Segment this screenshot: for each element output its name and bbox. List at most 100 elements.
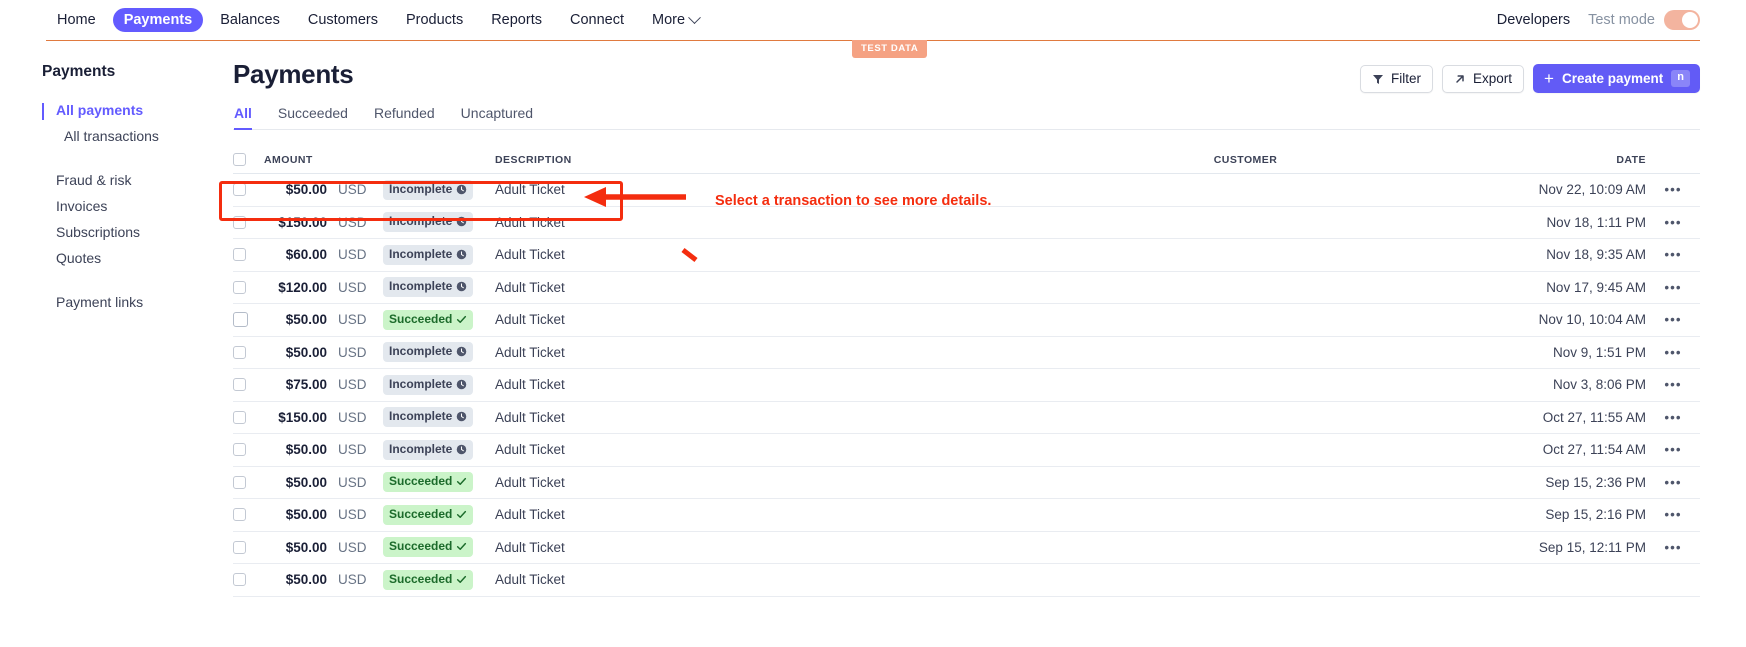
test-mode-toggle[interactable] [1664,10,1700,30]
create-payment-button[interactable]: + Create payment n [1533,64,1700,93]
status-badge-label: Succeeded [389,311,453,326]
cell-currency: USD [338,214,367,230]
sidebar-item-invoices[interactable]: Invoices [42,193,225,219]
cell-date: Oct 27, 11:54 AM [1542,442,1646,458]
nav-item-customers[interactable]: Customers [297,8,389,33]
sidebar-item-subscriptions[interactable]: Subscriptions [42,219,225,245]
cell-status: Incomplete [383,179,495,200]
column-header-amount[interactable]: AMOUNT [263,154,327,166]
table-row[interactable]: $50.00 USD Succeeded Adult Ticket Sep 15, 2:… [233,499,1700,532]
cell-currency: USD [338,442,367,458]
row-checkbox[interactable] [233,248,246,262]
column-header-description[interactable]: DESCRIPTION [495,154,975,166]
cell-amount: $120.00 [278,279,327,295]
nav-item-balances[interactable]: Balances [209,8,291,33]
table-row[interactable]: $50.00 USD Incomplete Adult Ticket Nov 22, 1… [233,174,1700,207]
row-checkbox[interactable] [233,215,246,229]
row-overflow-menu-button[interactable]: ••• [1646,182,1700,197]
tab-all[interactable]: All [234,105,252,130]
row-checkbox[interactable] [233,378,246,392]
row-checkbox[interactable] [233,573,246,587]
row-checkbox[interactable] [233,345,246,359]
table-row[interactable]: $60.00 USD Incomplete Adult Ticket Nov 18, 9… [233,239,1700,272]
row-select-cell [233,378,263,392]
cell-date: Nov 22, 10:09 AM [1538,182,1646,198]
column-header-date[interactable]: DATE [1516,154,1646,166]
export-button[interactable]: Export [1442,64,1525,93]
table-row[interactable]: $50.00 USD Succeeded Adult Ticket Sep 15, 12… [233,532,1700,564]
nav-item-reports[interactable]: Reports [480,8,553,33]
sidebar-item-all-payments[interactable]: All payments [42,97,225,123]
cell-date: Sep 15, 2:16 PM [1545,507,1646,523]
table-row[interactable]: $50.00 USD Incomplete Adult Ticket Nov 9, 1:… [233,337,1700,369]
status-badge: Incomplete [383,179,474,200]
row-overflow-menu-button[interactable]: ••• [1646,312,1700,327]
nav-item-label: Connect [569,11,624,28]
cell-currency: USD [338,409,367,425]
column-header-customer[interactable]: CUSTOMER [975,154,1516,166]
status-badge: Succeeded [383,309,474,330]
row-overflow-menu-button[interactable]: ••• [1646,215,1700,230]
table-row[interactable]: $75.00 USD Incomplete Adult Ticket Nov 3, 8:… [233,369,1700,402]
nav-item-label: Balances [220,11,280,28]
row-checkbox[interactable] [233,540,246,554]
cell-amount: $75.00 [285,377,327,393]
payments-table: AMOUNT DESCRIPTION CUSTOMER DATE $50.00 U… [233,146,1700,597]
sidebar-item-payment-links[interactable]: Payment links [42,289,225,315]
table-row[interactable]: $50.00 USD Succeeded Adult Ticket Nov 10, 10… [233,304,1700,337]
table-row[interactable]: $120.00 USD Incomplete Adult Ticket Nov 17, … [233,272,1700,304]
table-row[interactable]: $150.00 USD Incomplete Adult Ticket Oct 27, … [233,402,1700,434]
row-checkbox[interactable] [233,508,246,522]
sidebar-item-quotes[interactable]: Quotes [42,245,225,271]
table-header-row: AMOUNT DESCRIPTION CUSTOMER DATE [233,146,1700,174]
cell-currency: USD [338,182,367,198]
row-overflow-menu-button[interactable]: ••• [1646,410,1700,425]
tab-succeeded[interactable]: Succeeded [278,105,348,129]
nav-item-products[interactable]: Products [395,8,474,33]
row-checkbox[interactable] [233,312,248,328]
test-mode-control[interactable]: Test mode [1588,10,1700,30]
row-overflow-menu-button[interactable]: ••• [1646,247,1700,262]
table-row[interactable]: $50.00 USD Succeeded Adult Ticket Sep 15, 2:… [233,467,1700,499]
status-badge-label: Succeeded [389,539,453,554]
nav-item-payments[interactable]: Payments [112,7,204,33]
developers-link[interactable]: Developers [1497,12,1570,28]
table-row[interactable]: $50.00 USD Succeeded Adult Ticket [233,564,1700,597]
row-checkbox[interactable] [233,443,246,457]
row-overflow-menu-button[interactable]: ••• [1646,377,1700,392]
sidebar-item-fraud-risk[interactable]: Fraud & risk [42,167,225,193]
filter-button-label: Filter [1391,71,1421,86]
row-overflow-menu-button[interactable]: ••• [1646,475,1700,490]
cell-currency: USD [338,377,367,393]
cell-amount: $50.00 [285,312,327,328]
row-overflow-menu-button[interactable]: ••• [1646,442,1700,457]
nav-item-label: More [652,11,686,28]
cell-currency: USD [338,539,367,555]
tab-refunded[interactable]: Refunded [374,105,435,129]
row-overflow-menu-button[interactable]: ••• [1646,540,1700,555]
filter-button[interactable]: Filter [1360,64,1433,93]
row-overflow-menu-button[interactable]: ••• [1646,345,1700,360]
cell-amount: $50.00 [285,344,327,360]
row-checkbox[interactable] [233,183,246,197]
nav-item-more[interactable]: More [641,8,710,33]
sidebar-item-label: All transactions [64,128,159,144]
row-overflow-menu-button[interactable]: ••• [1646,507,1700,522]
cell-date: Nov 9, 1:51 PM [1552,344,1646,360]
page-body: Payments All payments All transactions Fra… [0,41,1746,647]
row-checkbox[interactable] [233,280,246,294]
nav-item-label: Products [405,11,464,28]
table-row[interactable]: $50.00 USD Incomplete Adult Ticket Oct 27, 1… [233,434,1700,467]
status-badge: Incomplete [383,374,474,395]
cell-description: Adult Ticket [495,279,565,295]
row-checkbox[interactable] [233,475,246,489]
select-all-checkbox[interactable] [233,153,246,166]
nav-item-connect[interactable]: Connect [559,8,635,33]
row-overflow-menu-button[interactable]: ••• [1646,280,1700,295]
cell-date: Oct 27, 11:55 AM [1542,409,1646,425]
tab-uncaptured[interactable]: Uncaptured [461,105,533,129]
sidebar-item-all-transactions[interactable]: All transactions [42,123,225,149]
table-row[interactable]: $150.00 USD Incomplete Adult Ticket Nov 18, … [233,207,1700,239]
row-checkbox[interactable] [233,410,246,424]
nav-item-home[interactable]: Home [46,8,107,33]
